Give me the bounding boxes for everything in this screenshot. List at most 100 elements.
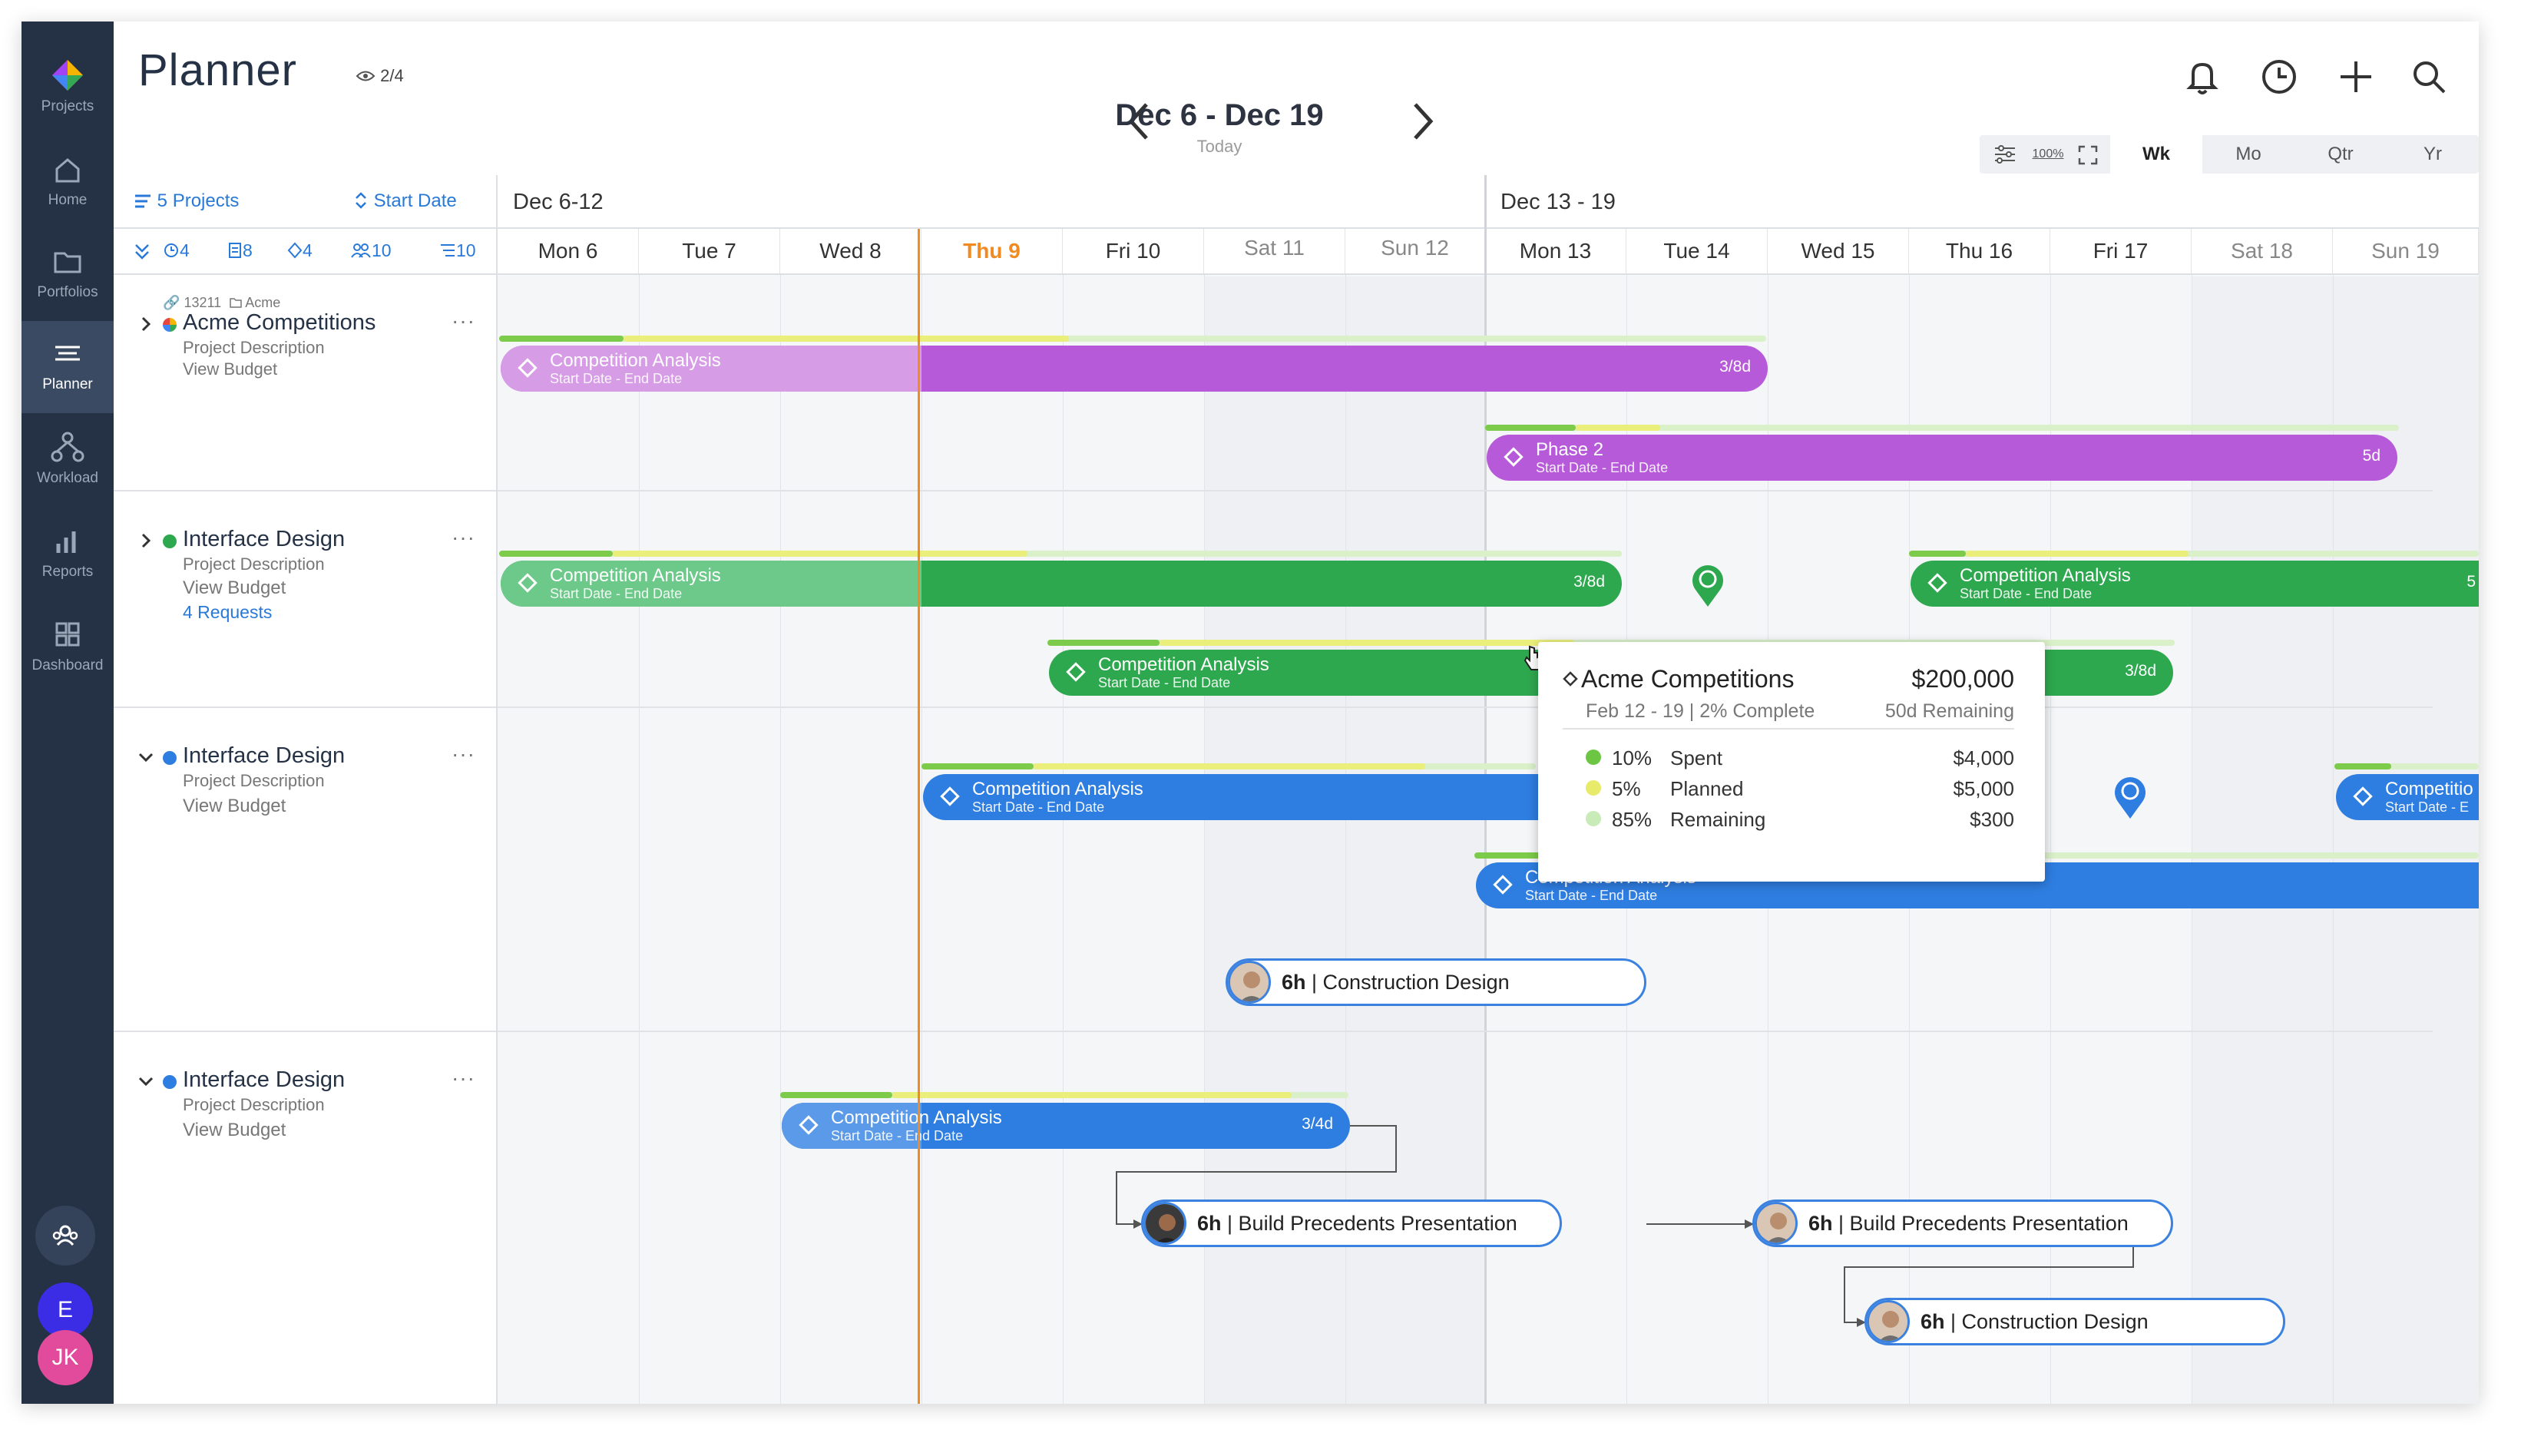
zoom-percent[interactable]: 100% xyxy=(2029,135,2067,174)
project-row[interactable]: Interface Design Project Description Vie… xyxy=(114,708,498,1031)
search-icon[interactable] xyxy=(2406,54,2452,100)
task-bar[interactable]: Competition Analysis Start Date - End Da… xyxy=(501,561,1622,607)
task-dates: Start Date - End Date xyxy=(1960,586,2093,601)
sidebar-item-planner[interactable]: Planner xyxy=(22,321,114,413)
view-budget-link[interactable]: View Budget xyxy=(183,359,277,379)
timeline-grid: Dec 6-12 Dec 13 - 19 Mon 6 Tue 7 Wed 8 T… xyxy=(498,175,2479,1404)
zoom-week[interactable]: Wk xyxy=(2110,135,2202,174)
project-name[interactable]: Interface Design xyxy=(183,527,345,552)
zoom-year[interactable]: Yr xyxy=(2387,135,2479,174)
add-icon[interactable] xyxy=(2333,54,2379,100)
task-bar[interactable]: Competition Analysis Start Date - End Da… xyxy=(1911,561,2479,607)
remaining-value: $300 xyxy=(1970,808,2014,831)
settings-sliders-icon[interactable] xyxy=(1993,144,2017,164)
diamond-icon xyxy=(1493,875,1513,895)
view-budget-link[interactable]: View Budget xyxy=(183,796,286,817)
assignment-task: Construction Design xyxy=(1961,1310,2149,1333)
sort-control[interactable]: Start Date xyxy=(353,190,457,212)
status-dot xyxy=(163,751,177,765)
assignment-pill[interactable]: 6h | Construction Design xyxy=(1226,958,1646,1006)
sort-label: Start Date xyxy=(373,190,457,211)
milestone-pin-icon[interactable] xyxy=(2110,771,2150,820)
collapse-all-icon[interactable] xyxy=(134,243,151,261)
progress-spent xyxy=(1485,425,1576,431)
project-name[interactable]: Interface Design xyxy=(183,1067,345,1093)
person-icon xyxy=(1869,1302,1907,1341)
link-icon: 🔗 xyxy=(163,295,180,310)
project-name[interactable]: Acme Competitions xyxy=(183,310,376,336)
day-label: Sun 19 xyxy=(2333,229,2479,273)
workload-icon xyxy=(51,432,84,462)
task-bar[interactable]: Competition Analysis Start Date - End Da… xyxy=(501,346,1768,392)
chevron-right-icon[interactable] xyxy=(137,315,155,333)
task-dates: Start Date - End Date xyxy=(972,799,1105,815)
next-range-icon[interactable] xyxy=(1408,98,1438,144)
more-options-icon[interactable]: ··· xyxy=(452,1066,475,1090)
project-meta: 🔗 13211 Acme xyxy=(163,295,280,311)
sidebar-item-portfolios[interactable]: Portfolios xyxy=(22,229,114,318)
clock-icon[interactable] xyxy=(2256,54,2302,100)
view-budget-link[interactable]: View Budget xyxy=(183,577,286,599)
view-count[interactable]: 2/4 xyxy=(356,66,404,86)
count-notes[interactable]: 8 xyxy=(227,240,253,261)
count-members[interactable]: 10 xyxy=(350,240,392,261)
sort-icon xyxy=(356,192,366,209)
week-header: Dec 6-12 Dec 13 - 19 xyxy=(498,175,2479,229)
sidebar-item-workload[interactable]: Workload xyxy=(22,415,114,504)
divider xyxy=(1563,728,2014,730)
count-value: 10 xyxy=(456,240,476,260)
more-options-icon[interactable]: ··· xyxy=(452,525,475,550)
fullscreen-icon[interactable] xyxy=(2078,145,2098,165)
projects-filter[interactable]: 5 Projects xyxy=(134,190,239,212)
sidebar-item-home[interactable]: Home xyxy=(22,137,114,226)
sidebar-item-dashboard[interactable]: Dashboard xyxy=(22,602,114,691)
day-label: Tue 7 xyxy=(639,229,780,273)
assignment-label: 6h | Construction Design xyxy=(1921,1300,2149,1343)
task-bar[interactable]: Competitio Start Date - E xyxy=(2336,774,2479,820)
day-header: Mon 6 Tue 7 Wed 8 Thu 9 Fri 10 Sat 11 Su… xyxy=(498,229,2479,275)
day-label: Sat 18 xyxy=(2192,229,2333,273)
sidebar-item-reports[interactable]: Reports xyxy=(22,508,114,597)
day-label: Fri 10 xyxy=(1063,229,1204,273)
sidebar-item-label: Planner xyxy=(42,376,93,392)
assignment-label: 6h | Construction Design xyxy=(1282,961,1510,1004)
view-budget-link[interactable]: View Budget xyxy=(183,1120,286,1141)
zoom-quarter[interactable]: Qtr xyxy=(2294,135,2387,174)
diamond-icon xyxy=(1504,447,1524,467)
count-history[interactable]: 4 xyxy=(163,240,190,261)
sidebar-item-projects[interactable]: Projects xyxy=(22,43,114,132)
assignment-pill[interactable]: 6h | Build Precedents Presentation xyxy=(1752,1200,2173,1247)
assignment-pill[interactable]: 6h | Construction Design xyxy=(1864,1298,2285,1345)
team-button[interactable] xyxy=(35,1206,95,1266)
chevron-down-icon[interactable] xyxy=(137,748,155,766)
more-options-icon[interactable]: ··· xyxy=(452,742,475,766)
sidebar-item-label: Workload xyxy=(37,470,98,486)
more-options-icon[interactable]: ··· xyxy=(452,309,475,333)
assignment-task: Construction Design xyxy=(1322,971,1510,994)
planned-value: $5,000 xyxy=(1953,777,2014,800)
dashboard-icon xyxy=(55,622,80,647)
progress-spent xyxy=(921,763,1034,769)
milestone-pin-icon[interactable] xyxy=(1688,559,1728,608)
bell-icon[interactable] xyxy=(2179,54,2225,100)
person-icon xyxy=(1230,963,1269,1001)
count-tasks[interactable]: 10 xyxy=(439,240,476,261)
project-description: Project Description xyxy=(183,771,325,790)
chevron-down-icon[interactable] xyxy=(137,1072,155,1090)
requests-link[interactable]: 4 Requests xyxy=(183,602,272,623)
project-row[interactable]: 🔗 13211 Acme Acme Competitions Project D… xyxy=(114,275,498,490)
zoom-month[interactable]: Mo xyxy=(2202,135,2294,174)
assignment-hours: 6h xyxy=(1808,1212,1833,1235)
folder-icon xyxy=(230,298,242,308)
assignment-pill[interactable]: 6h | Build Precedents Presentation xyxy=(1141,1200,1562,1247)
task-bar[interactable]: Phase 2 Start Date - End Date 5d xyxy=(1487,435,2397,481)
project-row[interactable]: Interface Design Project Description Vie… xyxy=(114,1032,498,1401)
project-row[interactable]: Interface Design Project Description Vie… xyxy=(114,491,498,706)
assignment-hours: 6h xyxy=(1197,1212,1222,1235)
avatar-jk[interactable]: JK xyxy=(38,1330,93,1385)
chevron-right-icon[interactable] xyxy=(137,531,155,550)
count-milestones[interactable]: 4 xyxy=(287,240,313,261)
assignment-hours: 6h xyxy=(1282,971,1306,994)
page-title: Planner xyxy=(138,45,297,95)
project-name[interactable]: Interface Design xyxy=(183,743,345,769)
